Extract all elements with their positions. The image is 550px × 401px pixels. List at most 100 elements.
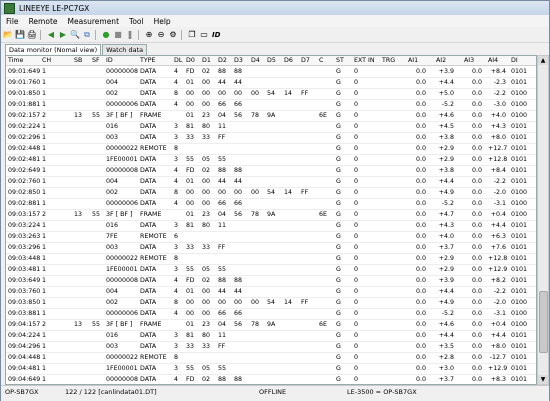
cell-di: 0101 (511, 354, 528, 361)
column-header-d4[interactable]: D4 (251, 56, 260, 65)
cell-ch: 2 (42, 211, 47, 218)
cell-id: 00000008 (106, 167, 139, 174)
print-icon[interactable]: 🖨 (27, 30, 37, 40)
column-header-d0[interactable]: D0 (186, 56, 195, 65)
column-header-d6[interactable]: D6 (284, 56, 293, 65)
cell-ai1: 0.0 (415, 189, 426, 196)
back-icon[interactable]: ◀ (46, 30, 56, 40)
column-header-d5[interactable]: D5 (267, 56, 276, 65)
cell-dl: 4 (174, 277, 179, 284)
cell-d0: 55 (186, 365, 195, 372)
menu-item-remote[interactable]: Remote (24, 17, 63, 26)
column-header-d1[interactable]: D1 (202, 56, 211, 65)
stop-icon[interactable]: ■ (113, 30, 123, 40)
bookmark-icon[interactable]: ⧉ (82, 30, 92, 40)
column-header-st[interactable]: ST (336, 56, 344, 65)
scroll-up-icon[interactable]: ▲ (538, 56, 548, 65)
cell-ai4: +12.7 (488, 145, 508, 152)
menu-item-file[interactable]: File (1, 17, 24, 26)
id-icon[interactable]: ID (212, 31, 220, 39)
data-monitor-table[interactable]: Time CH SB SF ID TYPE DL D0 D1 D2 D3 D4 D5 D6 D7 C ST EXT… (5, 55, 537, 385)
menu-item-tool[interactable]: Tool (124, 17, 149, 26)
cell-ai2: +2.9 (438, 255, 454, 262)
cell-d1: 23 (202, 211, 211, 218)
cell-d2: 44 (218, 79, 227, 86)
column-header-ai1[interactable]: AI1 (408, 56, 418, 65)
search-icon[interactable]: 🔍 (70, 30, 80, 40)
cell-di: 0101 (511, 244, 528, 251)
cell-di: 0101 (511, 178, 528, 185)
column-header-dl[interactable]: DL (174, 56, 182, 65)
cell-id: 1FE00001 (106, 266, 138, 273)
cell-ai3: 0.0 (471, 134, 482, 141)
window-icon[interactable]: ▭ (199, 30, 209, 40)
zoom-in-icon[interactable]: ⊕ (144, 30, 154, 40)
forward-icon[interactable]: ▶ (58, 30, 68, 40)
column-header-c[interactable]: C (319, 56, 323, 65)
cell-ch: 1 (42, 123, 47, 130)
cell-type: DATA (140, 90, 157, 97)
copy-icon[interactable]: ❐ (187, 30, 197, 40)
cell-di: 0101 (511, 233, 528, 240)
cell-ai1: 0.0 (415, 310, 426, 317)
column-header-d7[interactable]: D7 (301, 56, 310, 65)
cell-ai1: 0.0 (415, 178, 426, 185)
column-header-ch[interactable]: CH (42, 56, 51, 65)
cell-ai3: 0.0 (471, 376, 482, 383)
cell-ext-in: 0 (354, 156, 359, 163)
cell-d0: 81 (186, 123, 195, 130)
menu-item-help[interactable]: Help (149, 17, 176, 26)
column-header-ai4[interactable]: AI4 (488, 56, 498, 65)
cell-st: G (336, 277, 341, 284)
column-header-trg[interactable]: TRG (382, 56, 395, 65)
cell-time: 09:02:881 (8, 200, 41, 207)
pause-icon[interactable]: ❚ (125, 30, 135, 40)
cell-ai2: -5.2 (441, 101, 454, 108)
cell-ai1: 0.0 (415, 233, 426, 240)
cell-d2: 04 (218, 321, 227, 328)
cell-id: 002 (106, 90, 119, 97)
column-header-ext-in[interactable]: EXT IN (354, 56, 375, 65)
record-icon[interactable]: ● (101, 30, 111, 40)
save-icon[interactable]: 💾 (15, 30, 25, 40)
column-header-d3[interactable]: D3 (234, 56, 243, 65)
table-row[interactable]: 09:04:649 1 00000008 DATA 4 FD 02 88 88 G 0 0.0 +3.7… (6, 374, 536, 384)
cell-type: DATA (140, 299, 157, 306)
cell-d6: 14 (284, 90, 293, 97)
cell-st: G (336, 112, 341, 119)
cell-di: 0100 (511, 189, 528, 196)
cell-di: 0101 (511, 68, 528, 75)
cell-ext-in: 0 (354, 376, 359, 383)
cell-time: 09:02:760 (8, 178, 41, 185)
column-header-di[interactable]: DI (511, 56, 518, 65)
cell-d2: FF (218, 244, 226, 251)
cell-ext-in: 0 (354, 332, 359, 339)
column-header-d2[interactable]: D2 (218, 56, 227, 65)
tab-data-monitor[interactable]: Data monitor (Nomal view) (5, 44, 102, 55)
column-header-ai3[interactable]: AI3 (464, 56, 474, 65)
cell-ai4: -12.7 (489, 354, 506, 361)
cell-di: 0101 (511, 288, 528, 295)
open-icon[interactable]: 📂 (3, 30, 13, 40)
menu-item-measurement[interactable]: Measurement (63, 17, 125, 26)
cell-id: 1FE00001 (106, 365, 138, 372)
scroll-thumb[interactable] (539, 291, 548, 353)
cell-st: G (336, 68, 341, 75)
vertical-scrollbar[interactable]: ▲ ▼ (537, 55, 549, 385)
tab-watch-data[interactable]: Watch data (102, 44, 148, 55)
zoom-out-icon[interactable]: ⊖ (156, 30, 166, 40)
cell-ai3: 0.0 (471, 332, 482, 339)
column-header-time[interactable]: Time (8, 56, 23, 65)
cell-d4: 00 (251, 90, 260, 97)
column-header-ai2[interactable]: AI2 (436, 56, 446, 65)
settings-icon[interactable]: ⚙ (168, 30, 178, 40)
column-header-sf[interactable]: SF (92, 56, 100, 65)
column-header-id[interactable]: ID (106, 56, 113, 65)
cell-d5: 54 (267, 299, 276, 306)
cell-d1: 00 (202, 90, 211, 97)
cell-ai4: -2.3 (493, 79, 506, 86)
scroll-down-icon[interactable]: ▼ (538, 375, 548, 384)
cell-ai2: +3.9 (438, 277, 454, 284)
column-header-type[interactable]: TYPE (140, 56, 155, 65)
column-header-sb[interactable]: SB (74, 56, 82, 65)
